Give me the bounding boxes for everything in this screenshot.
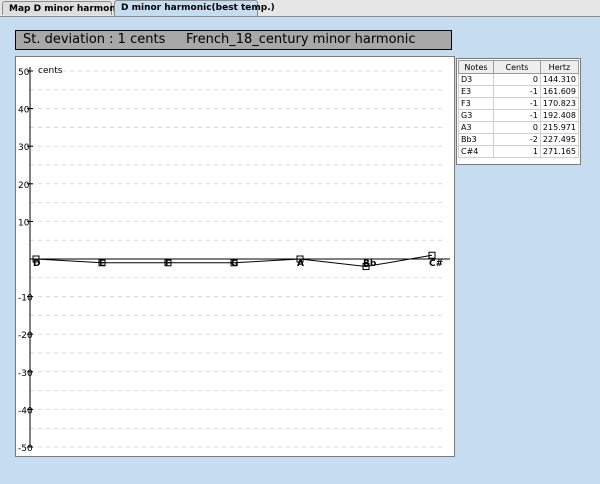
y-tick-label: -50 (18, 444, 33, 454)
cell-hertz: 227.495 (539, 133, 580, 146)
cell-hertz: 215.971 (539, 121, 580, 134)
cell-hertz: 170.823 (539, 97, 580, 110)
cell-hertz: 271.165 (539, 145, 580, 158)
note-label: Bb (363, 259, 377, 269)
table-row[interactable]: D3 0 144.310 (458, 73, 580, 86)
summary-bar: St. deviation : 1 cents French_18_centur… (15, 30, 452, 50)
note-label: A (297, 259, 304, 269)
column-header-hertz[interactable]: Hertz (539, 60, 580, 74)
column-header-notes[interactable]: Notes (458, 60, 494, 74)
tab-map-d-minor-harmonic[interactable]: Map D minor harmonic (2, 1, 124, 15)
notes-table-panel: Notes Cents Hertz D3 0 144.310 E3 -1 161.609 F… (456, 58, 581, 165)
column-header-cents[interactable]: Cents (492, 60, 541, 74)
cell-hertz: 144.310 (539, 73, 580, 86)
cell-note: Bb3 (458, 133, 494, 146)
cell-note: E3 (458, 85, 494, 98)
deviation-text: St. deviation : 1 cents (23, 32, 166, 47)
cell-cents: 0 (492, 73, 541, 86)
y-axis-label: cents (38, 66, 63, 76)
cell-note: G3 (458, 109, 494, 122)
cell-note: D3 (458, 73, 494, 86)
table-row[interactable]: Bb3 -2 227.495 (458, 133, 580, 146)
temperament-name: French_18_century minor harmonic (186, 32, 416, 47)
tab-bar: Map D minor harmonic D minor harmonic(be… (0, 0, 600, 17)
table-header-row: Notes Cents Hertz (458, 60, 580, 74)
deviation-chart: 50 40 30 20 10 -10 -20 -30 -40 -50 cents D E F G A Bb C# (18, 66, 450, 454)
table-row[interactable]: F3 -1 170.823 (458, 97, 580, 110)
cell-cents: -2 (492, 133, 541, 146)
cell-cents: -1 (492, 109, 541, 122)
cell-cents: 0 (492, 121, 541, 134)
y-tick-label: 50 (18, 68, 30, 78)
cell-cents: -1 (492, 97, 541, 110)
note-label: F (165, 259, 171, 269)
table-row[interactable]: A3 0 215.971 (458, 121, 580, 134)
note-label: D (33, 259, 40, 269)
deviation-chart-panel: 50 40 30 20 10 -10 -20 -30 -40 -50 cents D E F G A Bb C# (15, 56, 455, 457)
cell-cents: 1 (492, 145, 541, 158)
note-label: C# (429, 259, 443, 269)
cell-note: A3 (458, 121, 494, 134)
tab-d-minor-harmonic-best-temp[interactable]: D minor harmonic(best temp.) (114, 0, 275, 16)
y-tick-label: 20 (18, 181, 30, 191)
note-label: G (231, 259, 238, 269)
y-tick-label: -10 (18, 294, 33, 304)
cell-note: F3 (458, 97, 494, 110)
table-row[interactable]: E3 -1 161.609 (458, 85, 580, 98)
cell-cents: -1 (492, 85, 541, 98)
cell-hertz: 161.609 (539, 85, 580, 98)
table-row[interactable]: C#4 1 271.165 (458, 145, 580, 158)
y-tick-label: 40 (18, 106, 30, 116)
cell-note: C#4 (458, 145, 494, 158)
y-tick-label: 30 (18, 143, 30, 153)
y-tick-label: 10 (18, 218, 30, 228)
y-tick-label: -30 (18, 369, 33, 379)
y-tick-label: -20 (18, 331, 33, 341)
note-label: E (99, 259, 105, 269)
notes-table: Notes Cents Hertz D3 0 144.310 E3 -1 161.609 F… (458, 60, 580, 158)
table-row[interactable]: G3 -1 192.408 (458, 109, 580, 122)
y-tick-label: -40 (18, 406, 33, 416)
cell-hertz: 192.408 (539, 109, 580, 122)
